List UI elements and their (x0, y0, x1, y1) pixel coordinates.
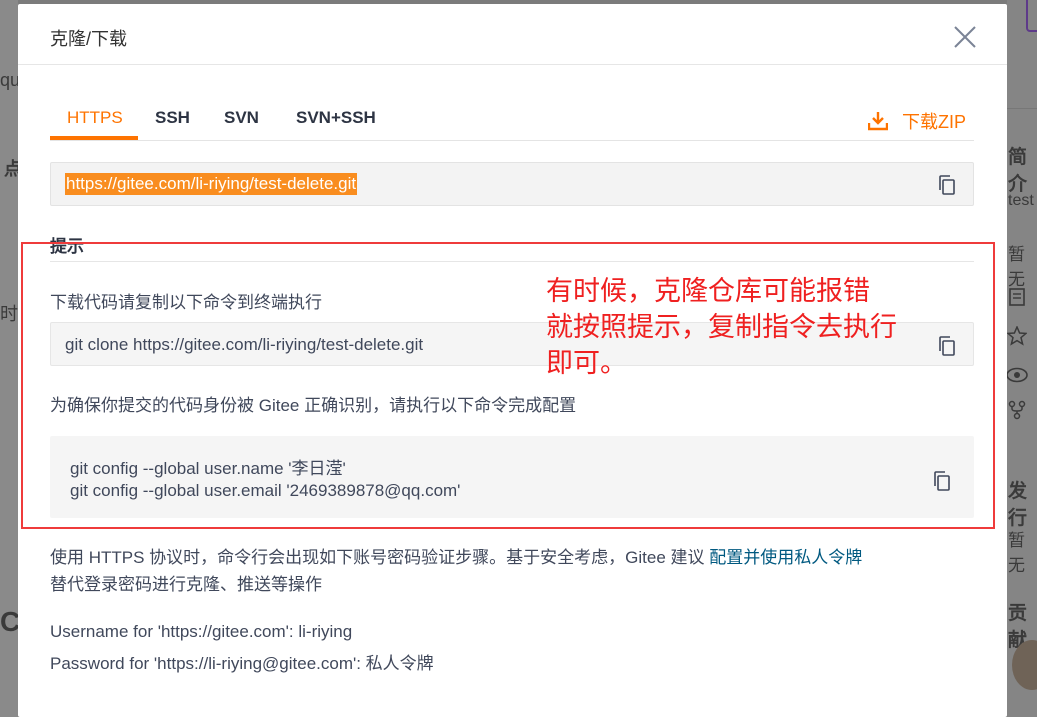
download-zip-button[interactable]: 下载ZIP (868, 108, 966, 134)
annotation-line: 就按照提示，复制指令去执行 (546, 312, 897, 342)
tab-svn-ssh[interactable]: SVN+SSH (296, 108, 376, 128)
background-top-button (1026, 0, 1037, 32)
username-prompt-example: Username for 'https://gitee.com': li-riy… (50, 622, 353, 641)
note-suffix: 替代登录密码进行克隆、推送等操作 (50, 575, 322, 594)
annotation-line: 有时候，克隆仓库可能报错 (546, 276, 870, 306)
annotation-line: 即可。 (546, 348, 627, 378)
background-fragment: 简介 (1008, 147, 1028, 195)
annotation-text: 有时候，克隆仓库可能报错 就按照提示，复制指令去执行 即可。 (546, 273, 946, 381)
clone-url-text[interactable]: https://gitee.com/li-riying/test-delete.… (65, 173, 358, 195)
background-fragment: 暂无 (1008, 531, 1025, 575)
background-fragment: 发行 (1008, 481, 1028, 529)
download-icon (868, 112, 888, 131)
dialog-title: 克隆/下载 (50, 29, 128, 49)
active-tab-indicator (50, 136, 138, 140)
personal-token-link[interactable]: 配置并使用私人令牌 (709, 548, 862, 567)
close-icon[interactable] (952, 24, 978, 50)
background-fragment: 时 (0, 304, 18, 324)
copy-icon[interactable] (937, 174, 957, 196)
dialog-header: 克隆/下载 (18, 4, 1007, 65)
protocol-tabs: HTTPS SSH SVN SVN+SSH 下载ZIP (50, 100, 974, 141)
password-prompt-example: Password for 'https://li-riying@gitee.co… (50, 654, 434, 673)
eye-icon (1006, 367, 1028, 383)
document-icon (1009, 288, 1025, 306)
background-fragment: 暂无 (1008, 245, 1025, 289)
tab-https[interactable]: HTTPS (67, 108, 123, 128)
tab-svn[interactable]: SVN (224, 108, 259, 128)
clone-url-field[interactable]: https://gitee.com/li-riying/test-delete.… (50, 162, 974, 206)
background-fragment: test (1008, 192, 1034, 209)
download-zip-label: 下载ZIP (902, 112, 967, 132)
star-icon (1007, 326, 1027, 346)
https-auth-note: 使用 HTTPS 协议时，命令行会出现如下账号密码验证步骤。基于安全考虑，Git… (50, 544, 980, 598)
note-prefix: 使用 HTTPS 协议时，命令行会出现如下账号密码验证步骤。基于安全考虑，Git… (50, 548, 705, 567)
fork-icon (1008, 400, 1026, 420)
tab-ssh[interactable]: SSH (155, 108, 190, 128)
